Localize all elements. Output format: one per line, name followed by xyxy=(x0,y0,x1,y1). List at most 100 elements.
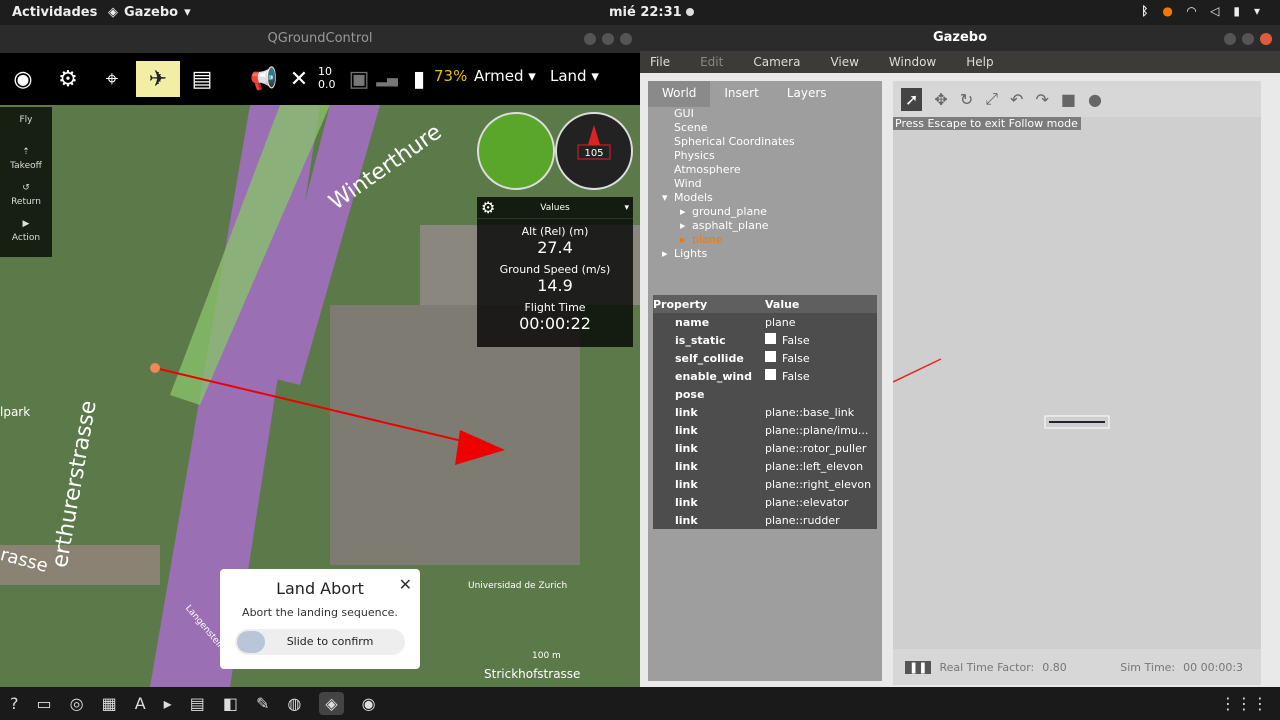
prop-row-link[interactable]: link plane::base_link xyxy=(653,403,877,421)
chrome-icon[interactable]: ◎ xyxy=(70,694,84,713)
tree-item-plane[interactable]: ▸ plane xyxy=(680,233,882,247)
fly-button[interactable]: Fly xyxy=(0,107,52,143)
prop-row-pose[interactable]: pose xyxy=(653,385,877,403)
pause-icon[interactable]: ❚❚ xyxy=(905,660,932,674)
tree-item-spherical[interactable]: Spherical Coordinates xyxy=(674,135,882,149)
plan-route-icon[interactable]: ⌖ xyxy=(92,61,132,97)
armed-dropdown[interactable]: Armed ▾ xyxy=(474,67,536,85)
volume-icon[interactable]: ◁ xyxy=(1210,4,1219,18)
prop-row-is-static[interactable]: is_static False xyxy=(653,331,877,349)
maximize-button[interactable] xyxy=(1242,33,1254,45)
prop-row-link[interactable]: link plane::rotor_puller xyxy=(653,439,877,457)
prop-row-name[interactable]: name plane xyxy=(653,313,877,331)
expand-down-icon[interactable]: ▾ xyxy=(662,191,674,205)
close-button[interactable] xyxy=(1260,33,1272,45)
app-menu[interactable]: ◈ Gazebo ▾ xyxy=(108,5,191,20)
tree-item-lights[interactable]: ▸ Lights xyxy=(662,247,882,261)
status-icon[interactable]: ● xyxy=(1162,4,1172,18)
activities-button[interactable]: Actividades xyxy=(12,5,97,20)
chevron-down-icon[interactable]: ▾ xyxy=(1254,4,1260,18)
select-tool-icon[interactable]: ➚ xyxy=(901,87,923,111)
expand-right-icon[interactable]: ▸ xyxy=(680,219,692,233)
files-icon[interactable]: ▭ xyxy=(37,694,52,713)
fly-view-icon[interactable]: ✈ xyxy=(136,61,180,97)
takeoff-button[interactable]: ⇡ Takeoff xyxy=(0,143,52,179)
expand-right-icon[interactable]: ▸ xyxy=(662,247,674,261)
action-button[interactable]: ▶ Action xyxy=(0,215,52,251)
checkbox[interactable] xyxy=(765,333,776,344)
maximize-button[interactable] xyxy=(602,33,614,45)
qgroundcontrol-dock-icon[interactable]: ◉ xyxy=(362,694,376,713)
tab-world[interactable]: World xyxy=(648,81,711,107)
sphere-shape-icon[interactable]: ● xyxy=(1088,90,1102,109)
checkbox[interactable] xyxy=(765,351,776,362)
clock[interactable]: mié 22:31 xyxy=(609,5,694,20)
home-marker-icon[interactable] xyxy=(150,363,160,373)
terminal-icon[interactable]: ▸ xyxy=(164,694,172,713)
battery-icon[interactable]: ▮ xyxy=(1233,4,1240,18)
software-icon[interactable]: A xyxy=(135,694,146,713)
menu-edit[interactable]: Edit xyxy=(700,55,723,69)
box-shape-icon[interactable]: ■ xyxy=(1061,90,1076,109)
chevron-down-icon[interactable]: ▾ xyxy=(624,197,629,219)
prop-row-self-collide[interactable]: self_collide False xyxy=(653,349,877,367)
checkbox[interactable] xyxy=(765,369,776,380)
gear-icon[interactable]: ⚙ xyxy=(481,197,495,219)
tree-item-ground-plane[interactable]: ▸ ground_plane xyxy=(680,205,882,219)
gps-satellite-icon[interactable]: ✕ xyxy=(284,61,314,97)
tab-insert[interactable]: Insert xyxy=(710,81,772,107)
text-editor-icon[interactable]: ▤ xyxy=(190,694,205,713)
translate-tool-icon[interactable]: ✥ xyxy=(934,90,947,109)
expand-right-icon[interactable]: ▸ xyxy=(680,205,692,219)
slide-to-confirm[interactable]: Slide to confirm xyxy=(235,629,405,655)
tree-item-atmosphere[interactable]: Atmosphere xyxy=(674,163,882,177)
tree-item-scene[interactable]: Scene xyxy=(674,121,882,135)
rotate-tool-icon[interactable]: ↻ xyxy=(960,90,973,109)
system-tray[interactable]: ᛒ ● ◠ ◁ ▮ ▾ xyxy=(1141,4,1260,18)
tree-item-physics[interactable]: Physics xyxy=(674,149,882,163)
gazebo-dock-icon[interactable]: ◈ xyxy=(319,692,344,715)
prop-row-link[interactable]: link plane::elevator xyxy=(653,493,877,511)
flight-mode-dropdown[interactable]: Land ▾ xyxy=(550,67,599,85)
tree-item-gui[interactable]: GUI xyxy=(674,107,882,121)
help-icon[interactable]: ? xyxy=(10,694,19,713)
analyze-icon[interactable]: ▤ xyxy=(182,61,222,97)
rc-icon[interactable]: ▣ xyxy=(346,61,372,97)
menu-window[interactable]: Window xyxy=(889,55,936,69)
scale-tool-icon[interactable]: ⤢ xyxy=(985,89,998,109)
tree-item-asphalt-plane[interactable]: ▸ asphalt_plane xyxy=(680,219,882,233)
redo-icon[interactable]: ↷ xyxy=(1035,90,1048,109)
archive-icon[interactable]: ▦ xyxy=(102,694,117,713)
menu-file[interactable]: File xyxy=(650,55,670,69)
image-viewer-icon[interactable]: ◧ xyxy=(223,694,238,713)
prop-row-link[interactable]: link plane::plane/imu... xyxy=(653,421,877,439)
tree-item-models[interactable]: ▾ Models xyxy=(662,191,882,205)
menu-camera[interactable]: Camera xyxy=(753,55,800,69)
app-grid-icon[interactable]: ⋮⋮⋮ xyxy=(1220,694,1268,713)
prop-row-enable-wind[interactable]: enable_wind False xyxy=(653,367,877,385)
tree-item-wind[interactable]: Wind xyxy=(674,177,882,191)
undo-icon[interactable]: ↶ xyxy=(1010,90,1023,109)
prop-row-link[interactable]: link plane::right_elevon xyxy=(653,475,877,493)
wifi-icon[interactable]: ◠ xyxy=(1187,4,1196,18)
slider-knob[interactable] xyxy=(237,631,265,653)
message-megaphone-icon[interactable]: 📢 xyxy=(244,61,284,97)
bluetooth-icon[interactable]: ᛒ xyxy=(1141,4,1148,18)
prop-row-link[interactable]: link plane::left_elevon xyxy=(653,457,877,475)
scene-view[interactable]: ➚ ✥ ↻ ⤢ ↶ ↷ ■ ● Press Escape to exit Fol… xyxy=(893,81,1261,685)
minimize-button[interactable] xyxy=(1224,33,1236,45)
close-button[interactable] xyxy=(620,33,632,45)
settings-gear-icon[interactable]: ⚙ xyxy=(48,61,88,97)
prop-row-link[interactable]: link plane::rudder xyxy=(653,511,877,529)
expand-right-icon[interactable]: ▸ xyxy=(680,233,692,247)
menu-view[interactable]: View xyxy=(830,55,858,69)
firefox-icon[interactable]: ◍ xyxy=(287,694,301,713)
tab-layers[interactable]: Layers xyxy=(773,81,841,107)
signal-icon[interactable]: ▂▄ xyxy=(376,61,398,97)
menu-help[interactable]: Help xyxy=(966,55,993,69)
editor-icon[interactable]: ✎ xyxy=(256,694,269,713)
battery-icon[interactable]: ▮ xyxy=(408,61,430,97)
minimize-button[interactable] xyxy=(584,33,596,45)
return-button[interactable]: ↺ Return xyxy=(0,179,52,215)
close-icon[interactable]: ✕ xyxy=(399,575,412,594)
